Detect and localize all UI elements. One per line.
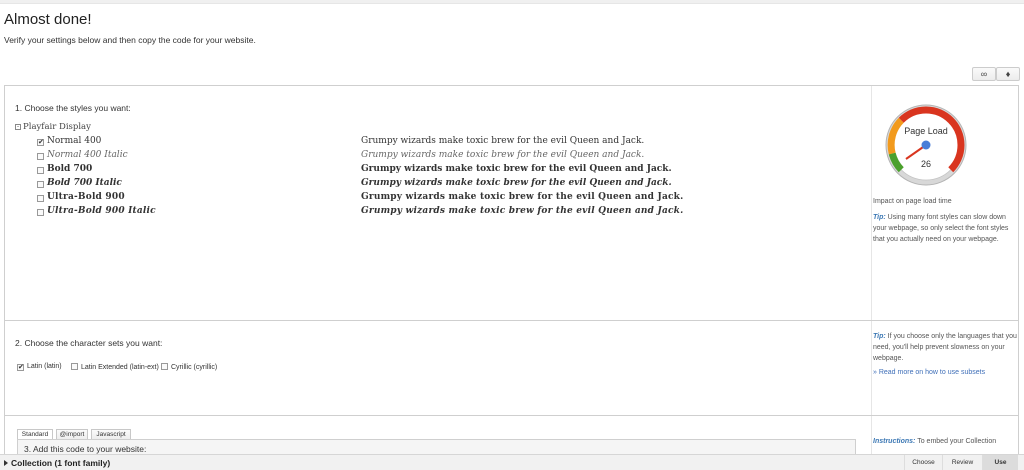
subsets-link[interactable]: » Read more on how to use subsets: [873, 367, 1021, 378]
collection-bar: Collection (1 font family) Choose Review…: [0, 454, 1024, 470]
charsets-panel: 2. Choose the character sets you want: ✔…: [4, 320, 1019, 416]
style-row: Bold 700 Grumpy wizards make toxic brew …: [37, 164, 857, 178]
expand-icon: -: [15, 123, 21, 130]
bookmark-button[interactable]: ♦: [996, 67, 1020, 81]
impact-text: Impact on page load time: [873, 198, 952, 205]
page-title: Almost done!: [4, 11, 92, 28]
tip-text: If you choose only the languages that yo…: [873, 333, 1017, 362]
charset-checkbox[interactable]: ✔: [17, 364, 24, 371]
bookmark-icon: ♦: [1005, 69, 1011, 79]
font-family-toggle[interactable]: - Playfair Display: [15, 122, 91, 132]
style-checkbox[interactable]: [37, 153, 44, 160]
style-row: Ultra-Bold 900 Grumpy wizards make toxic…: [37, 192, 857, 206]
instructions-label: Instructions:: [873, 438, 916, 445]
style-label: Bold 700 Italic: [47, 178, 122, 188]
style-label: Bold 700: [47, 164, 93, 174]
style-checkbox[interactable]: [37, 181, 44, 188]
link-icon: ∞: [980, 69, 988, 79]
charset-label: Latin (latin): [27, 363, 62, 370]
charsets-section-title: 2. Choose the character sets you want:: [15, 338, 163, 348]
panel-divider: [871, 86, 872, 320]
charsets-tip: Tip: If you choose only the languages th…: [873, 331, 1021, 364]
style-label: Normal 400 Italic: [47, 150, 128, 160]
tip-text: Using many font styles can slow down you…: [873, 214, 1009, 243]
page-subtitle: Verify your settings below and then copy…: [4, 35, 256, 45]
font-family-name: Playfair Display: [23, 122, 91, 132]
style-sample: Grumpy wizards make toxic brew for the e…: [361, 192, 684, 202]
tip-label: Tip:: [873, 333, 886, 340]
style-sample: Grumpy wizards make toxic brew for the e…: [361, 206, 684, 216]
style-row: Bold 700 Italic Grumpy wizards make toxi…: [37, 178, 857, 192]
style-row: ✔ Normal 400 Grumpy wizards make toxic b…: [37, 136, 857, 150]
gauge-value: 26: [921, 159, 931, 169]
styles-panel: 1. Choose the styles you want: - Playfair…: [4, 85, 1019, 321]
collection-title: Collection (1 font family): [11, 458, 111, 468]
step-use[interactable]: Use: [982, 455, 1018, 470]
style-label: Ultra-Bold 900 Italic: [47, 206, 156, 216]
style-checkbox[interactable]: [37, 195, 44, 202]
style-sample: Grumpy wizards make toxic brew for the e…: [361, 150, 645, 160]
step-review[interactable]: Review: [942, 455, 982, 470]
style-row: Ultra-Bold 900 Italic Grumpy wizards mak…: [37, 206, 857, 220]
charset-option[interactable]: ✔ Latin (latin): [17, 363, 62, 371]
style-sample: Grumpy wizards make toxic brew for the e…: [361, 164, 672, 174]
style-sample: Grumpy wizards make toxic brew for the e…: [361, 178, 672, 188]
top-edge: [0, 0, 1024, 4]
page-load-gauge: Page Load 26: [885, 104, 967, 186]
expand-arrow-icon: [4, 460, 8, 466]
style-row: Normal 400 Italic Grumpy wizards make to…: [37, 150, 857, 164]
style-checkbox[interactable]: [37, 209, 44, 216]
collection-toggle[interactable]: Collection (1 font family): [4, 458, 110, 468]
style-label: Ultra-Bold 900: [47, 192, 125, 202]
style-label: Normal 400: [47, 136, 102, 146]
charset-label: Cyrillic (cyrillic): [171, 364, 218, 371]
tip-label: Tip:: [873, 214, 886, 221]
charset-checkbox[interactable]: [71, 363, 78, 370]
charset-option[interactable]: Latin Extended (latin-ext): [71, 363, 159, 371]
gauge-label: Page Load: [904, 126, 948, 136]
link-button[interactable]: ∞: [972, 67, 996, 81]
charset-checkbox[interactable]: [161, 363, 168, 370]
gauge-hub: [921, 140, 931, 150]
charset-option[interactable]: Cyrillic (cyrillic): [161, 363, 217, 371]
styles-tip: Tip: Using many font styles can slow dow…: [873, 212, 1021, 245]
panel-divider: [871, 321, 872, 415]
charset-label: Latin Extended (latin-ext): [81, 364, 159, 371]
styles-section-title: 1. Choose the styles you want:: [15, 103, 131, 113]
code-section-title: 3. Add this code to your website:: [24, 444, 147, 454]
instructions-text: To embed your Collection: [917, 438, 997, 445]
style-sample: Grumpy wizards make toxic brew for the e…: [361, 136, 645, 146]
style-checkbox[interactable]: ✔: [37, 139, 44, 146]
style-checkbox[interactable]: [37, 167, 44, 174]
instructions: Instructions: To embed your Collection: [873, 436, 1021, 447]
step-choose[interactable]: Choose: [904, 455, 942, 470]
